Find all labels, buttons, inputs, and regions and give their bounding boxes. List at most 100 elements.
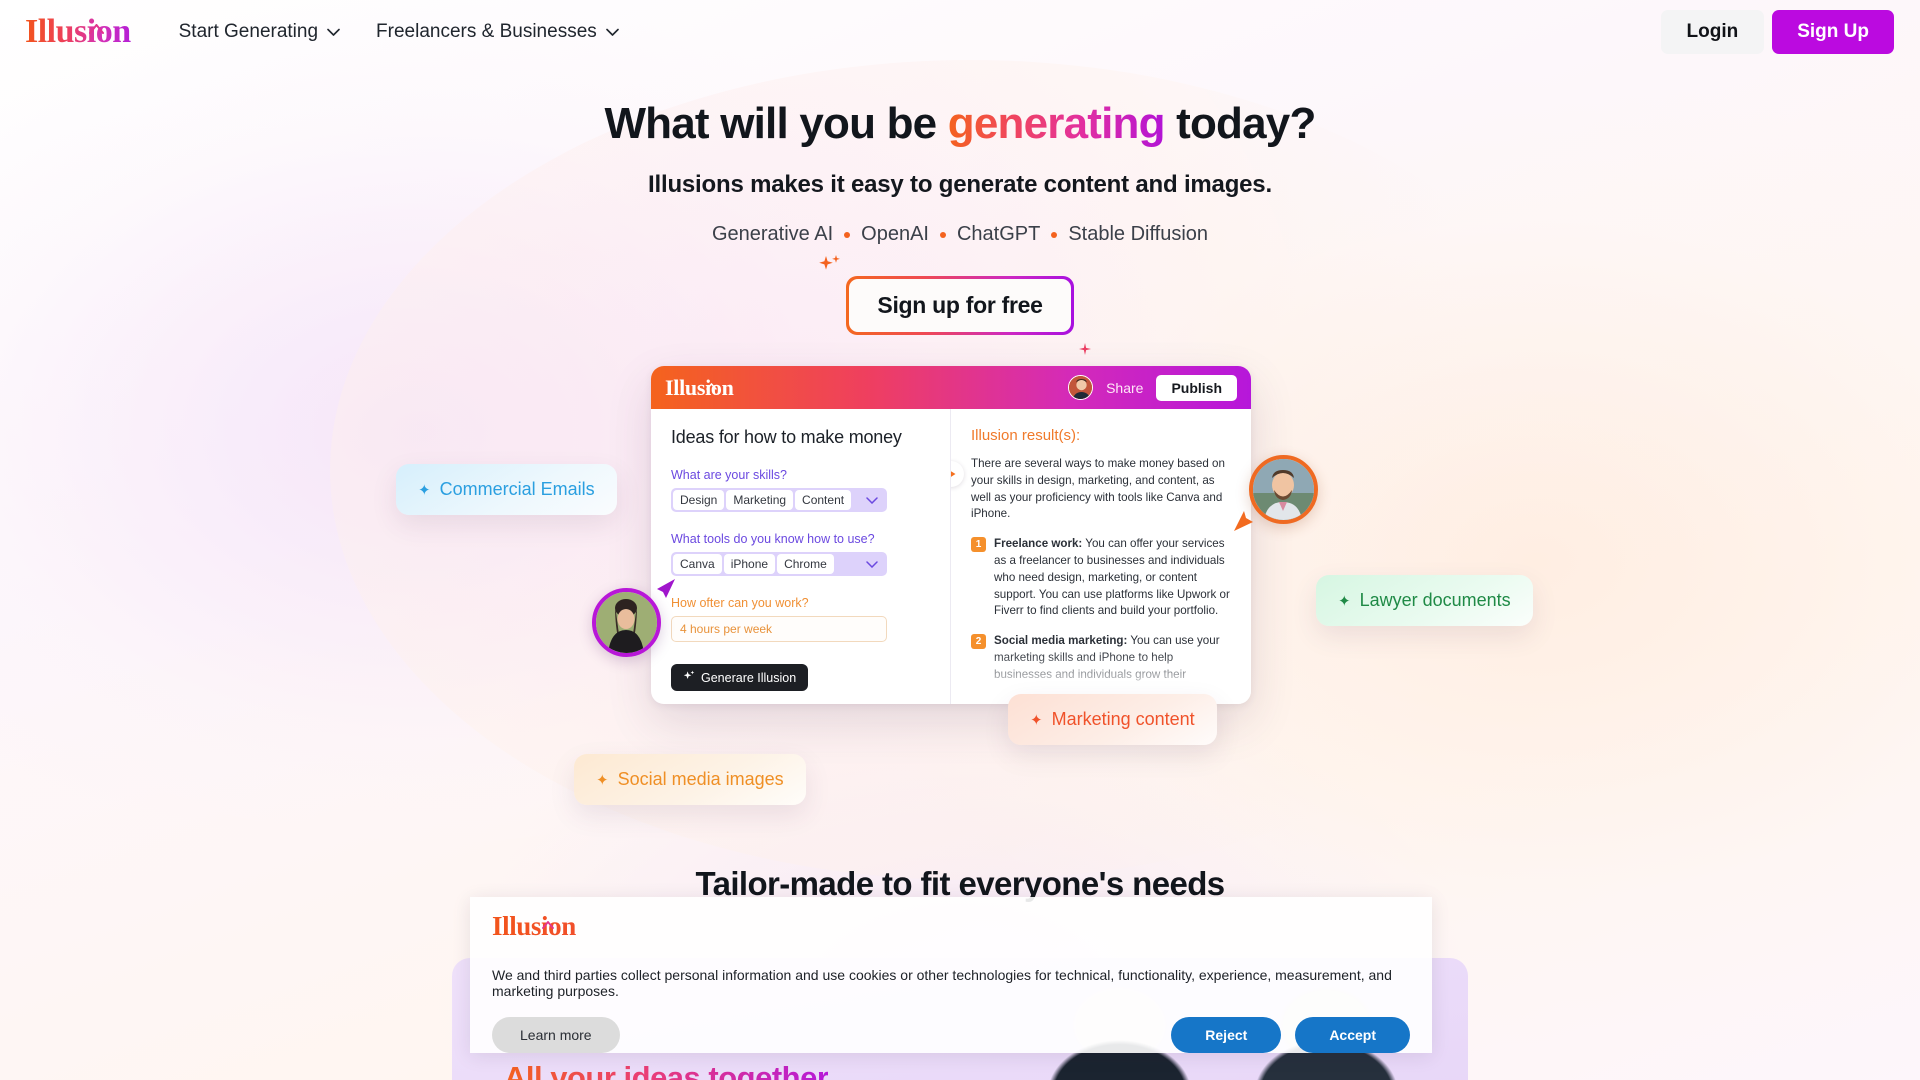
login-button[interactable]: Login: [1660, 10, 1765, 54]
app-mockup: Illusion Share Publish Ideas for how to …: [651, 366, 1251, 704]
signup-free-label: Sign up for free: [849, 279, 1071, 333]
play-icon[interactable]: [951, 461, 964, 487]
generate-illusion-label: Generare Illusion: [701, 670, 797, 685]
nav-item-label: Start Generating: [178, 21, 319, 42]
field-frequency: How ofter can you work? 4 hours per week: [671, 596, 930, 642]
hero-title-part1: What will you be: [604, 99, 948, 148]
hero-tag: Stable Diffusion: [1068, 223, 1209, 246]
cookie-actions: Learn more Reject Accept: [492, 1017, 1410, 1053]
logo-circumflex-icon: [89, 7, 104, 34]
avatar[interactable]: [1068, 375, 1094, 400]
signup-free-button[interactable]: Sign up for free: [819, 255, 1091, 356]
mockup-brand-logo-text: Illusion: [665, 374, 734, 400]
chip-lawyer-documents[interactable]: ✦ Lawyer documents: [1316, 575, 1533, 626]
field-label: How ofter can you work?: [671, 596, 809, 610]
site-header: Illusion Start Generating Freelancers & …: [0, 0, 1920, 64]
chip-label: Lawyer documents: [1359, 590, 1511, 610]
frequency-input[interactable]: 4 hours per week: [671, 616, 887, 642]
cookie-consent-banner: Illusion We and third parties collect pe…: [470, 897, 1432, 1053]
cookie-brand-logo-text: Illusion: [492, 911, 576, 941]
prompt-title: Ideas for how to make money: [671, 427, 902, 447]
result-number-badge: 2: [971, 634, 986, 650]
cta-wrapper: Sign up for free: [0, 255, 1920, 356]
tag-chip[interactable]: Canva: [673, 554, 722, 574]
mockup-body: Ideas for how to make money What are you…: [651, 409, 1251, 704]
hero-title-part2: today?: [1164, 99, 1316, 148]
chevron-down-icon[interactable]: [866, 555, 878, 573]
cursor-orange-icon: [1232, 505, 1262, 540]
field-label: What tools do you know how to use?: [671, 532, 875, 546]
landing-page: Illusion Start Generating Freelancers & …: [0, 0, 1920, 1080]
nav-item-label: Freelancers & Businesses: [376, 21, 597, 42]
mockup-brand-logo: Illusion: [665, 375, 734, 401]
hero-title-highlight: generating: [947, 99, 1166, 148]
chip-label: Social media images: [617, 769, 784, 789]
tag-chip[interactable]: iPhone: [723, 554, 776, 574]
separator-dot-icon: [1051, 231, 1058, 238]
brand-logo-text: Illusion: [25, 13, 131, 50]
field-tools: What tools do you know how to use? Canva…: [671, 532, 930, 576]
logo-circumflex-icon: [542, 905, 554, 929]
signup-button[interactable]: Sign Up: [1772, 10, 1894, 54]
nav-item-start-generating[interactable]: Start Generating: [179, 21, 340, 43]
results-intro: There are several ways to make money bas…: [971, 457, 1225, 521]
main-nav: Start Generating Freelancers & Businesse…: [179, 21, 619, 43]
chip-marketing-content[interactable]: ✦ Marketing content: [1008, 694, 1217, 745]
mockup-toolbar: Illusion Share Publish: [651, 366, 1251, 409]
chip-commercial-emails[interactable]: ✦ Commercial Emails: [396, 464, 617, 515]
result-heading: Freelance work:: [994, 537, 1083, 551]
skills-tag-input[interactable]: Design Marketing Content: [671, 488, 887, 512]
generate-illusion-button[interactable]: Generare Illusion: [671, 664, 809, 691]
hero-tag-list: Generative AI OpenAI ChatGPT Stable Diff…: [0, 223, 1920, 246]
tag-chip[interactable]: Content: [795, 490, 852, 510]
result-item: 1 Freelance work: You can offer your ser…: [971, 536, 1231, 620]
chevron-down-icon[interactable]: [866, 491, 878, 509]
result-number-badge: 1: [971, 537, 986, 553]
tag-chip[interactable]: Marketing: [726, 490, 794, 510]
hero-tag: OpenAI: [861, 223, 929, 246]
hero-tag: ChatGPT: [956, 223, 1041, 246]
mockup-prompt-panel: Ideas for how to make money What are you…: [651, 409, 951, 704]
sparkle-icon: [818, 254, 844, 285]
sparkle-icon: ✦: [1338, 592, 1351, 610]
sparkle-icon: ✦: [596, 771, 609, 789]
chip-label: Commercial Emails: [439, 479, 595, 499]
results-title: Illusion result(s):: [971, 427, 1081, 444]
separator-dot-icon: [939, 231, 946, 238]
chip-social-media-images[interactable]: ✦ Social media images: [574, 754, 806, 805]
tools-tag-input[interactable]: Canva iPhone Chrome: [671, 552, 887, 576]
cookie-brand-logo: Illusion: [492, 911, 1410, 942]
tag-chip[interactable]: Chrome: [777, 554, 834, 574]
section-title-ideas-together: All your ideas together: [504, 1060, 829, 1080]
logo-circumflex-icon: [706, 370, 717, 390]
learn-more-button[interactable]: Learn more: [492, 1017, 620, 1053]
tag-chip[interactable]: Design: [673, 490, 725, 510]
cursor-purple-icon: [648, 576, 678, 611]
cookie-primary-actions: Reject Accept: [1171, 1017, 1410, 1053]
separator-dot-icon: [844, 231, 851, 238]
hero-tag: Generative AI: [711, 223, 834, 246]
sparkle-icon: ✦: [1030, 711, 1043, 729]
mockup-toolbar-actions: Share Publish: [1068, 374, 1237, 401]
publish-button[interactable]: Publish: [1156, 374, 1237, 401]
sparkle-icon: [1078, 342, 1092, 361]
cookie-description: We and third parties collect personal in…: [492, 967, 1392, 999]
hero-subtitle: Illusions makes it easy to generate cont…: [648, 171, 1272, 199]
nav-item-freelancers-businesses[interactable]: Freelancers & Businesses: [376, 21, 619, 43]
result-heading: Social media marketing:: [994, 634, 1128, 648]
share-button[interactable]: Share: [1106, 380, 1143, 396]
chevron-down-icon: [327, 28, 340, 36]
result-text: Freelance work: You can offer your servi…: [994, 536, 1231, 620]
sparkle-icon: ✦: [418, 481, 431, 499]
chip-label: Marketing content: [1051, 709, 1195, 729]
brand-logo[interactable]: Illusion: [25, 15, 131, 49]
field-skills: What are your skills? Design Marketing C…: [671, 468, 930, 512]
field-label: What are your skills?: [671, 468, 788, 482]
reject-cookies-button[interactable]: Reject: [1171, 1017, 1282, 1053]
sparkle-icon: [683, 670, 695, 685]
chevron-down-icon: [605, 28, 619, 36]
mockup-results-panel: Illusion result(s): There are several wa…: [951, 409, 1251, 704]
page-title: What will you be generating today?: [0, 98, 1920, 149]
hero-section: What will you be generating today? Illus…: [0, 98, 1920, 356]
accept-cookies-button[interactable]: Accept: [1295, 1017, 1410, 1053]
